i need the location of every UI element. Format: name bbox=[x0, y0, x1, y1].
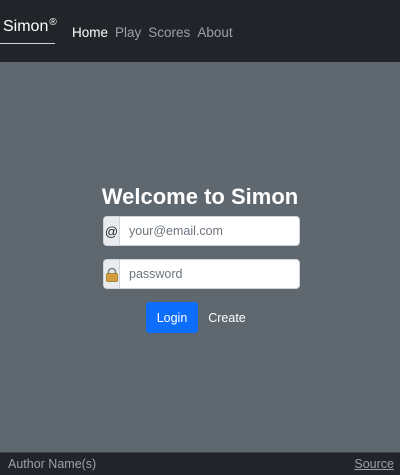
nav-scores-link[interactable]: Scores bbox=[148, 25, 190, 41]
at-sign-icon: @ bbox=[104, 217, 120, 245]
nav-play-link[interactable]: Play bbox=[115, 25, 141, 41]
email-input-group: @ bbox=[103, 216, 300, 246]
author-name: Author Name(s) bbox=[8, 457, 97, 471]
nav-home-link[interactable]: Home bbox=[72, 25, 108, 41]
page-title: Welcome to Simon bbox=[101, 184, 299, 209]
footer: Author Name(s) Source bbox=[0, 452, 400, 475]
email-input[interactable] bbox=[120, 217, 299, 245]
source-link[interactable]: Source bbox=[354, 457, 394, 472]
nav-about-link[interactable]: About bbox=[197, 25, 232, 41]
login-button[interactable]: Login bbox=[146, 302, 198, 333]
create-button[interactable]: Create bbox=[203, 302, 251, 333]
navbar: Simon® Home Play Scores About bbox=[0, 0, 400, 62]
brand[interactable]: Simon® bbox=[3, 17, 57, 39]
main-nav: Home Play Scores About bbox=[72, 25, 233, 41]
password-input-group bbox=[103, 259, 300, 289]
lock-icon bbox=[104, 260, 120, 288]
registered-mark: ® bbox=[49, 17, 57, 28]
password-input[interactable] bbox=[120, 260, 299, 288]
brand-name: Simon bbox=[3, 18, 49, 35]
brand-underline bbox=[0, 43, 55, 44]
